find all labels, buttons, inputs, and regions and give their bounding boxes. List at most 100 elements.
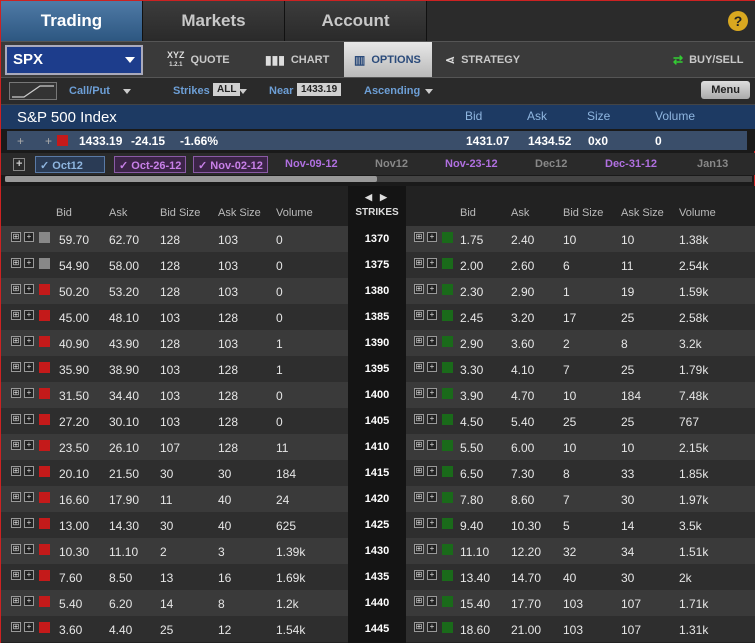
strike-cell[interactable]: 1375 (348, 259, 406, 271)
add-icon[interactable]: + (24, 388, 34, 398)
strike-cell[interactable]: 1420 (348, 493, 406, 505)
payoff-icon[interactable]: ⊞ (11, 544, 21, 554)
add-icon[interactable]: + (24, 336, 34, 346)
strike-cell[interactable]: 1435 (348, 571, 406, 583)
callput-select[interactable]: Call/Put (69, 85, 110, 97)
expiration-tab[interactable]: Nov-09-12 (281, 156, 342, 173)
expiration-tab[interactable]: Nov-23-12 (441, 156, 502, 173)
payoff-icon[interactable]: ⊞ (414, 544, 424, 554)
strike-cell[interactable]: 1385 (348, 311, 406, 323)
payoff-icon[interactable]: ⊞ (11, 362, 21, 372)
strike-cell[interactable]: 1410 (348, 441, 406, 453)
table-row[interactable]: ⊞ +31.50 34.40 103 128 0 1400 ⊞ +3.90 4.70 10 184 7.… (1, 382, 755, 408)
tab-account[interactable]: Account (285, 1, 427, 41)
payoff-icon[interactable]: ⊞ (11, 258, 21, 268)
payoff-icon[interactable]: ⊞ (414, 336, 424, 346)
add-icon[interactable]: + (427, 362, 437, 372)
table-row[interactable]: ⊞ +3.60 4.40 25 12 1.54k 1445 ⊞ +18.60 21.00 103 10… (1, 616, 755, 642)
table-row[interactable]: ⊞ +7.60 8.50 13 16 1.69k 1435 ⊞ +13.40 14.70 40 30 2… (1, 564, 755, 590)
chevron-down-icon[interactable] (425, 89, 433, 94)
options-button[interactable]: ▥ OPTIONS (344, 42, 432, 78)
tab-markets[interactable]: Markets (143, 1, 285, 41)
add-icon[interactable]: + (427, 622, 437, 632)
strike-cell[interactable]: 1405 (348, 415, 406, 427)
help-icon[interactable]: ? (728, 11, 748, 31)
table-row[interactable]: ⊞ +45.00 48.10 103 128 0 1385 ⊞ +2.45 3.20 17 25 2.5… (1, 304, 755, 330)
add-icon[interactable]: + (24, 518, 34, 528)
chart-button[interactable]: ▮▮▮ CHART (265, 42, 329, 78)
expiration-tab[interactable]: ✓ Oct12 (35, 156, 105, 173)
scrollbar-thumb[interactable] (5, 176, 377, 182)
table-row[interactable]: ⊞ +50.20 53.20 128 103 0 1380 ⊞ +2.30 2.90 1 19 1.59… (1, 278, 755, 304)
table-row[interactable]: ⊞ +54.90 58.00 128 103 0 1375 ⊞ +2.00 2.60 6 11 2.54… (1, 252, 755, 278)
expiration-tab[interactable]: ✓ Nov-02-12 (193, 156, 268, 173)
add-icon[interactable]: + (24, 570, 34, 580)
payoff-icon[interactable]: ⊞ (414, 284, 424, 294)
payoff-icon[interactable]: ⊞ (11, 414, 21, 424)
add-icon[interactable]: + (24, 466, 34, 476)
strike-cell[interactable]: 1370 (348, 233, 406, 245)
add-icon[interactable]: + (427, 466, 437, 476)
add-icon[interactable]: + (427, 232, 437, 242)
payoff-icon[interactable]: ⊞ (414, 414, 424, 424)
table-row[interactable]: ⊞ +10.30 11.10 2 3 1.39k 1430 ⊞ +11.10 12.20 32 34 1… (1, 538, 755, 564)
payoff-icon[interactable]: ⊞ (11, 622, 21, 632)
payoff-icon[interactable]: ⊞ (11, 310, 21, 320)
payoff-icon[interactable]: ⊞ (11, 440, 21, 450)
sort-order-select[interactable]: Ascending (364, 85, 420, 97)
add-icon[interactable]: + (24, 258, 34, 268)
expiration-tab[interactable]: Jan13 (693, 156, 732, 173)
strategy-button[interactable]: ⋖ STRATEGY (445, 42, 520, 78)
arrow-left-icon[interactable]: ◀ (365, 192, 380, 202)
expiration-tab[interactable]: Dec-31-12 (601, 156, 661, 173)
payoff-icon[interactable]: ⊞ (414, 622, 424, 632)
strike-cell[interactable]: 1430 (348, 545, 406, 557)
payoff-icon[interactable]: ⊞ (414, 466, 424, 476)
strike-cell[interactable]: 1440 (348, 597, 406, 609)
buy-sell-button[interactable]: ⇄ BUY/SELL (673, 42, 743, 78)
payoff-icon[interactable]: ⊞ (11, 466, 21, 476)
symbol-select[interactable]: SPX (5, 45, 143, 75)
payoff-icon[interactable]: ⊞ (414, 258, 424, 268)
index-quote-row[interactable]: + + 1433.19 -24.15 -1.66% 1431.07 1434.5… (1, 129, 755, 151)
payoff-icon[interactable]: ⊞ (11, 492, 21, 502)
expand-icon[interactable]: + (17, 134, 24, 148)
add-icon[interactable]: + (427, 284, 437, 294)
add-icon[interactable]: + (45, 134, 52, 148)
strike-cell[interactable]: 1380 (348, 285, 406, 297)
strike-cell[interactable]: 1400 (348, 389, 406, 401)
payoff-icon[interactable]: ⊞ (414, 492, 424, 502)
expiration-tab[interactable]: ✓ Oct-26-12 (114, 156, 187, 173)
payoff-graph-icon[interactable] (9, 82, 57, 100)
add-icon[interactable]: + (427, 596, 437, 606)
table-row[interactable]: ⊞ +16.60 17.90 11 40 24 1420 ⊞ +7.80 8.60 7 30 1.97k (1, 486, 755, 512)
add-icon[interactable]: + (24, 232, 34, 242)
add-icon[interactable]: + (427, 518, 437, 528)
expiration-tab[interactable]: Nov12 (371, 156, 412, 173)
payoff-icon[interactable]: ⊞ (414, 362, 424, 372)
table-row[interactable]: ⊞ +5.40 6.20 14 8 1.2k 1440 ⊞ +15.40 17.70 103 107 1… (1, 590, 755, 616)
strike-cell[interactable]: 1390 (348, 337, 406, 349)
table-row[interactable]: ⊞ +20.10 21.50 30 30 184 1415 ⊞ +6.50 7.30 8 33 1.85… (1, 460, 755, 486)
add-icon[interactable]: + (427, 570, 437, 580)
expiration-tab[interactable]: Dec12 (531, 156, 571, 173)
payoff-icon[interactable]: ⊞ (11, 518, 21, 528)
add-icon[interactable]: + (427, 544, 437, 554)
payoff-icon[interactable]: ⊞ (11, 596, 21, 606)
arrow-right-icon[interactable]: ▶ (380, 192, 395, 202)
chevron-down-icon[interactable] (239, 89, 247, 94)
add-icon[interactable]: + (427, 258, 437, 268)
strikes-select[interactable]: ALL (213, 83, 241, 96)
payoff-icon[interactable]: ⊞ (11, 570, 21, 580)
payoff-icon[interactable]: ⊞ (414, 570, 424, 580)
table-row[interactable]: ⊞ +13.00 14.30 30 40 625 1425 ⊞ +9.40 10.30 5 14 3.5… (1, 512, 755, 538)
payoff-icon[interactable]: ⊞ (414, 440, 424, 450)
payoff-icon[interactable]: ⊞ (11, 336, 21, 346)
menu-button[interactable]: Menu (701, 81, 750, 99)
add-icon[interactable]: + (427, 336, 437, 346)
strike-cell[interactable]: 1395 (348, 363, 406, 375)
payoff-icon[interactable]: ⊞ (414, 310, 424, 320)
strike-cell[interactable]: 1425 (348, 519, 406, 531)
payoff-icon[interactable]: ⊞ (414, 518, 424, 528)
add-icon[interactable]: + (24, 362, 34, 372)
